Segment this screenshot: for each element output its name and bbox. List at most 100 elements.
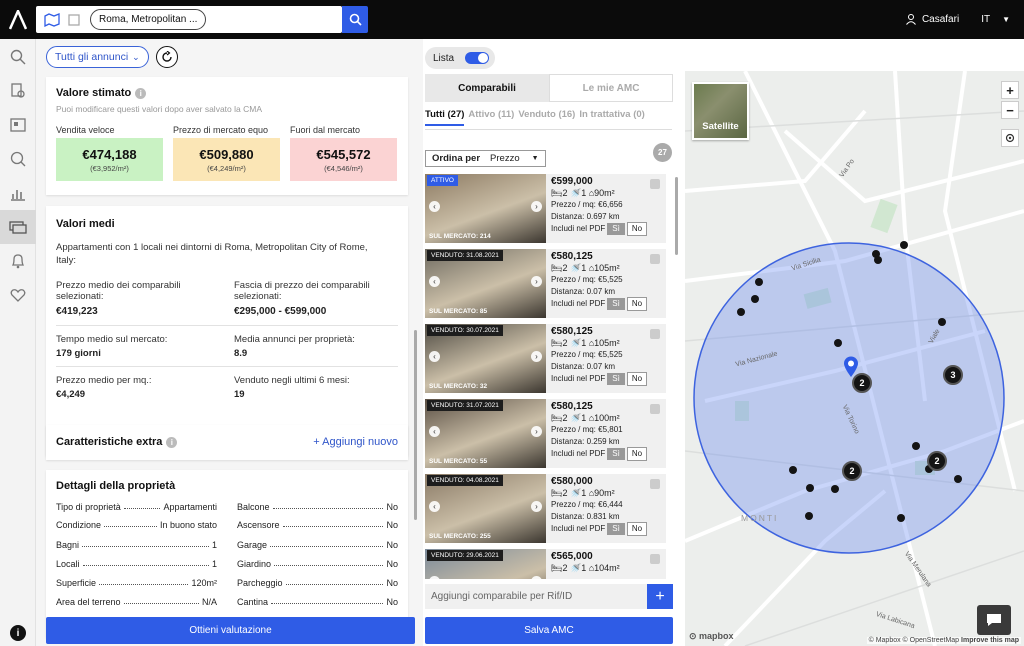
avg-label: Media annunci per proprietà: (234, 334, 355, 345)
select-checkbox[interactable] (650, 404, 660, 414)
select-checkbox[interactable] (650, 554, 660, 564)
sidebar-item-analytics[interactable] (0, 142, 36, 176)
listing-photo[interactable]: VENDUTO: 31.08.2021 ‹ › SUL MERCATO: 85 (425, 249, 546, 318)
sidebar-item-favorites[interactable] (0, 278, 36, 312)
listings-filter-dropdown[interactable]: Tutti gli annunci ⌄ (46, 46, 149, 68)
tab-comparabili[interactable]: Comparabili (425, 74, 549, 102)
filter-tab-sold[interactable]: Venduto (16) (518, 109, 575, 126)
prev-photo-icon[interactable]: ‹ (429, 576, 440, 579)
location-search-box[interactable]: Roma, Metropolitan ... (36, 6, 342, 33)
prev-photo-icon[interactable]: ‹ (429, 276, 440, 287)
select-checkbox[interactable] (650, 479, 660, 489)
zoom-in-button[interactable]: + (1001, 81, 1019, 99)
locate-button[interactable] (1001, 129, 1019, 147)
next-photo-icon[interactable]: › (531, 276, 542, 287)
next-photo-icon[interactable]: › (531, 351, 542, 362)
casafari-logo[interactable] (0, 0, 36, 39)
add-comparable-input[interactable]: Aggiungi comparabile per Rif/ID (425, 584, 672, 609)
refresh-button[interactable] (156, 46, 178, 68)
satellite-toggle[interactable]: Satellite (692, 82, 749, 140)
status-filter-tabs: Tutti (27) Attivo (11) Venduto (16) In t… (425, 109, 645, 126)
select-checkbox[interactable] (650, 329, 660, 339)
sidebar-item-alerts[interactable] (0, 244, 36, 278)
next-photo-icon[interactable]: › (531, 576, 542, 579)
cluster-marker[interactable]: 2 (842, 461, 862, 481)
include-pdf-yes[interactable]: Sì (607, 223, 625, 235)
comparable-listing[interactable]: VENDUTO: 31.08.2021 ‹ › SUL MERCATO: 85 … (425, 249, 666, 318)
info-icon[interactable]: i (135, 87, 147, 99)
listing-features: 🛏2 🚿1 ⌂104m² (551, 562, 620, 573)
filter-tab-all[interactable]: Tutti (27) (425, 109, 465, 126)
comparable-listing[interactable]: VENDUTO: 29.06.2021 ‹ › €565,000 🛏2 🚿1 ⌂… (425, 549, 666, 579)
include-pdf-yes[interactable]: Sì (607, 298, 625, 310)
polygon-draw-icon[interactable] (64, 10, 84, 30)
user-name[interactable]: Casafari (922, 14, 959, 25)
filter-tab-negotiation[interactable]: In trattativa (0) (579, 109, 644, 126)
fair-price-box[interactable]: €509,880 (€4,249/m²) (173, 138, 280, 181)
comparable-listing[interactable]: VENDUTO: 31.07.2021 ‹ › SUL MERCATO: 55 … (425, 399, 666, 468)
off-market-box[interactable]: €545,572 (€4,546/m²) (290, 138, 397, 181)
quick-sale-box[interactable]: €474,188 (€3,952/m²) (56, 138, 163, 181)
list-toggle[interactable]: Lista (425, 47, 495, 69)
scrollbar[interactable] (414, 330, 417, 520)
location-chip[interactable]: Roma, Metropolitan ... (90, 9, 207, 30)
select-checkbox[interactable] (650, 254, 660, 264)
include-pdf-yes[interactable]: Sì (607, 448, 625, 460)
sidebar-item-cma[interactable] (0, 210, 36, 244)
comparable-listing[interactable]: ATTIVO ‹ › SUL MERCATO: 214 €599,000 🛏2 … (425, 174, 666, 243)
include-pdf-label: Includi nel PDF (551, 524, 606, 533)
language-selector[interactable]: IT (981, 14, 990, 25)
save-amc-button[interactable]: Salva AMC (425, 617, 673, 644)
next-photo-icon[interactable]: › (531, 201, 542, 212)
prev-photo-icon[interactable]: ‹ (429, 201, 440, 212)
get-valuation-button[interactable]: Ottieni valutazione (46, 617, 415, 644)
prev-photo-icon[interactable]: ‹ (429, 426, 440, 437)
zoom-out-button[interactable]: − (1001, 101, 1019, 119)
listing-photo[interactable]: VENDUTO: 29.06.2021 ‹ › (425, 549, 546, 579)
include-pdf-no[interactable]: No (626, 222, 648, 236)
include-pdf-yes[interactable]: Sì (607, 523, 625, 535)
sidebar-item-search[interactable] (0, 40, 36, 74)
filter-tab-active[interactable]: Attivo (11) (468, 109, 514, 126)
next-photo-icon[interactable]: › (531, 501, 542, 512)
quick-sale-value: €474,188 (82, 146, 137, 162)
sidebar-item-listings[interactable] (0, 108, 36, 142)
info-icon[interactable]: i (166, 436, 178, 448)
include-pdf-no[interactable]: No (626, 372, 648, 386)
include-pdf-no[interactable]: No (626, 297, 648, 311)
sidebar-item-documents[interactable] (0, 74, 36, 108)
listing-photo[interactable]: VENDUTO: 30.07.2021 ‹ › SUL MERCATO: 32 (425, 324, 546, 393)
comparable-listing[interactable]: VENDUTO: 30.07.2021 ‹ › SUL MERCATO: 32 … (425, 324, 666, 393)
cluster-marker[interactable]: 3 (943, 365, 963, 385)
prev-photo-icon[interactable]: ‹ (429, 351, 440, 362)
include-pdf-yes[interactable]: Sì (607, 373, 625, 385)
fair-price-value: €509,880 (199, 146, 254, 162)
chevron-down-icon[interactable]: ▼ (1002, 15, 1010, 24)
prev-photo-icon[interactable]: ‹ (429, 501, 440, 512)
info-icon[interactable]: i (10, 625, 26, 641)
comparables-panel: Lista Comparabili Le mie AMC Tutti (27) … (423, 39, 685, 646)
include-pdf-no[interactable]: No (626, 522, 648, 536)
cluster-marker[interactable]: 2 (927, 451, 947, 471)
improve-map-link[interactable]: Improve this map (961, 637, 1019, 644)
select-checkbox[interactable] (650, 179, 660, 189)
chat-button[interactable] (977, 605, 1011, 635)
next-photo-icon[interactable]: › (531, 426, 542, 437)
listing-photo[interactable]: VENDUTO: 31.07.2021 ‹ › SUL MERCATO: 55 (425, 399, 546, 468)
sort-label: Ordina per (432, 153, 481, 164)
search-button[interactable] (342, 6, 368, 33)
map-draw-icon[interactable] (42, 10, 62, 30)
scrollbar[interactable] (675, 177, 678, 255)
sort-dropdown[interactable]: Ordina per Prezzo ▼ (425, 150, 546, 167)
add-comparable-button[interactable]: + (647, 584, 673, 609)
sidebar-item-stats[interactable] (0, 176, 36, 210)
toggle-switch[interactable] (465, 52, 489, 64)
include-pdf-no[interactable]: No (626, 447, 648, 461)
add-feature-link[interactable]: + Aggiungi nuovo (313, 436, 398, 448)
tab-le-mie-amc[interactable]: Le mie AMC (549, 74, 673, 102)
location-pin-icon (844, 356, 858, 377)
listing-photo[interactable]: VENDUTO: 04.08.2021 ‹ › SUL MERCATO: 255 (425, 474, 546, 543)
map[interactable]: 2 3 2 2 Via Sicilia Via Po Via Torino MO… (685, 71, 1024, 646)
listing-photo[interactable]: ATTIVO ‹ › SUL MERCATO: 214 (425, 174, 546, 243)
comparable-listing[interactable]: VENDUTO: 04.08.2021 ‹ › SUL MERCATO: 255… (425, 474, 666, 543)
